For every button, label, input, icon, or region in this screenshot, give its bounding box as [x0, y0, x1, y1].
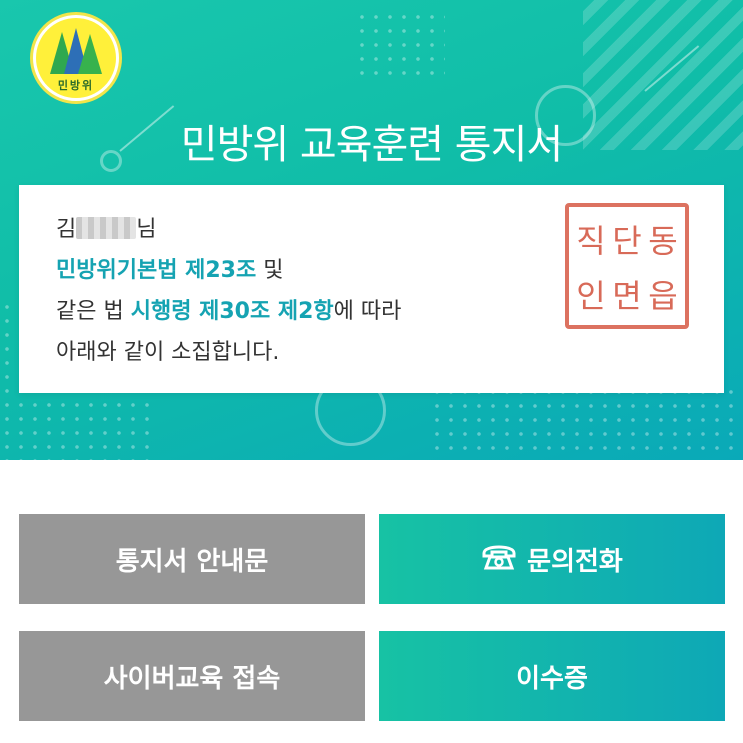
inquiry-call-button[interactable]: 문의전화	[379, 514, 725, 604]
law-conjunction: 및	[256, 258, 284, 283]
decree-line: 같은 법 시행령 제30조 제2항에 따라	[56, 291, 401, 332]
seal-char: 단	[612, 221, 642, 260]
dot-pattern	[355, 10, 445, 80]
law-line: 민방위기본법 제23조 및	[56, 250, 401, 291]
header-banner: 민방위 민방위 교육훈련 통지서 김님 민방위기본법 제23조 및 같은 법 시…	[0, 0, 743, 460]
summons-line: 아래와 같이 소집합니다.	[56, 340, 280, 365]
seal-char: 면	[612, 276, 642, 315]
cyber-education-label: 사이버교육 접속	[103, 663, 281, 694]
decree-prefix: 같은 법	[56, 299, 131, 324]
logo-text: 민방위	[57, 79, 95, 92]
seal-char: 인	[576, 276, 606, 315]
blurred-name	[76, 217, 137, 239]
notice-text: 김님 민방위기본법 제23조 및 같은 법 시행령 제30조 제2항에 따라 아…	[56, 209, 401, 373]
law-reference: 민방위기본법 제23조	[56, 258, 257, 283]
notice-card: 김님 민방위기본법 제23조 및 같은 법 시행령 제30조 제2항에 따라 아…	[19, 185, 724, 393]
seal-char: 직	[576, 221, 606, 260]
recipient-prefix: 김	[56, 217, 77, 242]
recipient-suffix: 님	[136, 217, 157, 242]
official-seal: 직 단 동 인 면 읍	[565, 203, 689, 329]
certificate-label: 이수증	[516, 663, 588, 694]
seal-char: 읍	[648, 276, 678, 315]
decree-reference: 시행령 제30조 제2항	[130, 299, 334, 324]
notice-guide-button[interactable]: 통지서 안내문	[19, 514, 365, 604]
recipient-line: 김님	[56, 209, 401, 250]
inquiry-call-label: 문의전화	[527, 546, 623, 577]
notice-guide-label: 통지서 안내문	[115, 546, 269, 577]
dot-pattern	[430, 385, 743, 460]
certificate-button[interactable]: 이수증	[379, 631, 725, 721]
cyber-education-button[interactable]: 사이버교육 접속	[19, 631, 365, 721]
civil-defense-logo: 민방위	[30, 12, 122, 104]
seal-char: 동	[648, 221, 678, 260]
phone-icon	[481, 541, 517, 578]
page-title: 민방위 교육훈련 통지서	[180, 122, 563, 168]
decree-suffix: 에 따라	[333, 299, 402, 324]
